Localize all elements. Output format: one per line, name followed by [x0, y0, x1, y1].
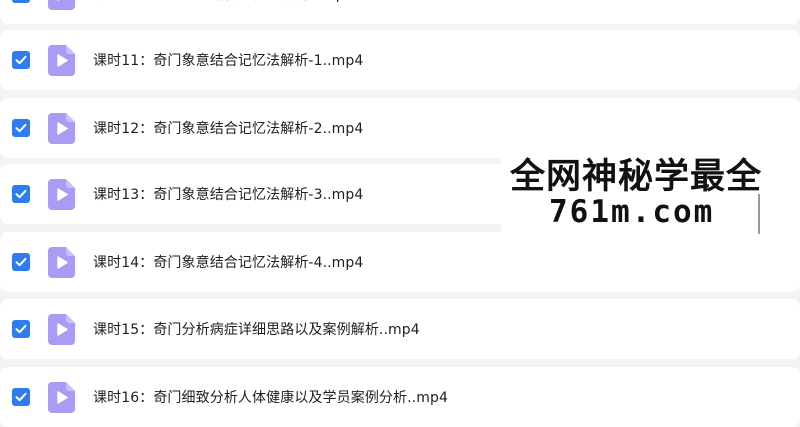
watermark-url: 761m.com	[549, 194, 715, 230]
file-row[interactable]: 课时15：奇门分析病症详细思路以及案例解析..mp4	[0, 299, 800, 359]
file-name: 课时13：奇门象意结合记忆法解析-3..mp4	[93, 187, 364, 203]
file-name: 课时14：奇门象意结合记忆法解析-4..mp4	[93, 255, 364, 271]
select-checkbox[interactable]	[12, 320, 30, 338]
select-checkbox[interactable]	[12, 185, 30, 203]
watermark-overlay: 全网神秘学最全 761m.com	[501, 144, 800, 243]
video-file-icon	[48, 247, 75, 278]
select-checkbox[interactable]	[12, 388, 30, 406]
checkmark-icon	[15, 324, 27, 334]
file-name: 课时11：奇门象意结合记忆法解析-1..mp4	[93, 53, 364, 69]
file-row[interactable]: 课时16：奇门细致分析人体健康以及学员案例分析..mp4	[0, 367, 800, 427]
checkmark-icon	[14, 0, 28, 1]
checkmark-icon	[15, 392, 27, 402]
select-checkbox[interactable]	[12, 253, 30, 271]
select-checkbox[interactable]	[12, 119, 30, 137]
video-file-icon	[48, 314, 75, 345]
select-checkbox[interactable]	[12, 51, 30, 69]
file-name: 课时12：奇门象意结合记忆法解析-2..mp4	[93, 121, 364, 137]
video-file-icon	[48, 0, 75, 10]
file-name: 课时10：奇门象意结合记忆法解析...mp4	[93, 0, 354, 4]
video-file-icon	[48, 113, 75, 144]
checkmark-icon	[15, 257, 27, 267]
file-row[interactable]: 课时11：奇门象意结合记忆法解析-1..mp4	[0, 30, 800, 90]
video-file-icon	[48, 382, 75, 413]
file-name: 课时16：奇门细致分析人体健康以及学员案例分析..mp4	[93, 390, 448, 406]
watermark-title: 全网神秘学最全	[510, 157, 763, 197]
checkmark-icon	[15, 55, 27, 65]
file-name: 课时15：奇门分析病症详细思路以及案例解析..mp4	[93, 322, 420, 338]
video-file-icon	[48, 45, 75, 76]
file-row[interactable]: 课时10：奇门象意结合记忆法解析...mp4	[0, 0, 800, 24]
checkmark-icon	[15, 123, 27, 133]
select-checkbox[interactable]	[12, 0, 30, 3]
text-cursor	[758, 194, 760, 234]
checkmark-icon	[15, 189, 27, 199]
video-file-icon	[48, 179, 75, 210]
